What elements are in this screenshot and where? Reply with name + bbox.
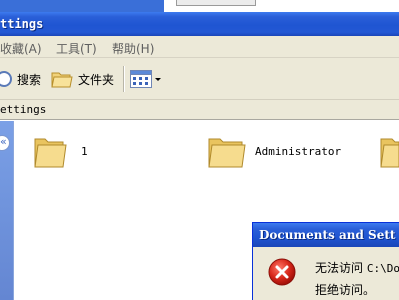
folder-icon (208, 138, 246, 168)
window-title-bar[interactable]: ttings (0, 12, 399, 36)
background-window-edge (0, 0, 164, 12)
toolbar: 搜索 文件夹 (0, 58, 399, 100)
background-window-strip (0, 0, 399, 12)
dialog-title: Documents and Sett (259, 228, 396, 242)
menu-favorites[interactable]: 收藏(A) (0, 40, 42, 57)
collapse-icon[interactable] (0, 135, 10, 151)
folder-icon (34, 138, 67, 168)
search-label: 搜索 (17, 72, 42, 87)
folder-label: 1 (81, 145, 88, 158)
folders-label: 文件夹 (78, 72, 115, 87)
folders-button[interactable]: 文件夹 (50, 66, 114, 92)
search-button[interactable]: 搜索 (0, 66, 41, 92)
address-bar[interactable]: ettings (0, 100, 399, 120)
views-button[interactable] (130, 66, 162, 92)
background-window-cell (176, 0, 256, 6)
task-pane (0, 121, 14, 300)
menu-bar: 收藏(A) 工具(T) 帮助(H) (0, 36, 399, 58)
views-icon (130, 70, 152, 88)
menu-help[interactable]: 帮助(H) (112, 40, 154, 57)
folder-icon (51, 72, 73, 88)
chevron-down-icon (155, 78, 161, 81)
dialog-title-bar[interactable]: Documents and Sett (253, 223, 399, 247)
dialog-message: 无法访问 C:\Doc (315, 261, 399, 275)
folder-item[interactable]: Administrator (207, 131, 341, 174)
folder-item[interactable] (379, 131, 399, 174)
error-dialog: Documents and Sett 无法访问 C:\Doc 拒绝访问。 (252, 222, 399, 300)
address-value: ettings (0, 103, 47, 116)
folder-item[interactable]: 1 (33, 131, 88, 174)
folder-label: Administrator (255, 145, 342, 158)
dialog-message-line2: 拒绝访问。 (315, 283, 376, 297)
error-icon (267, 257, 297, 290)
window-title: ttings (0, 17, 44, 31)
folder-icon (380, 138, 399, 168)
toolbar-separator (123, 66, 124, 92)
menu-tools[interactable]: 工具(T) (56, 40, 97, 57)
search-icon (0, 71, 12, 87)
